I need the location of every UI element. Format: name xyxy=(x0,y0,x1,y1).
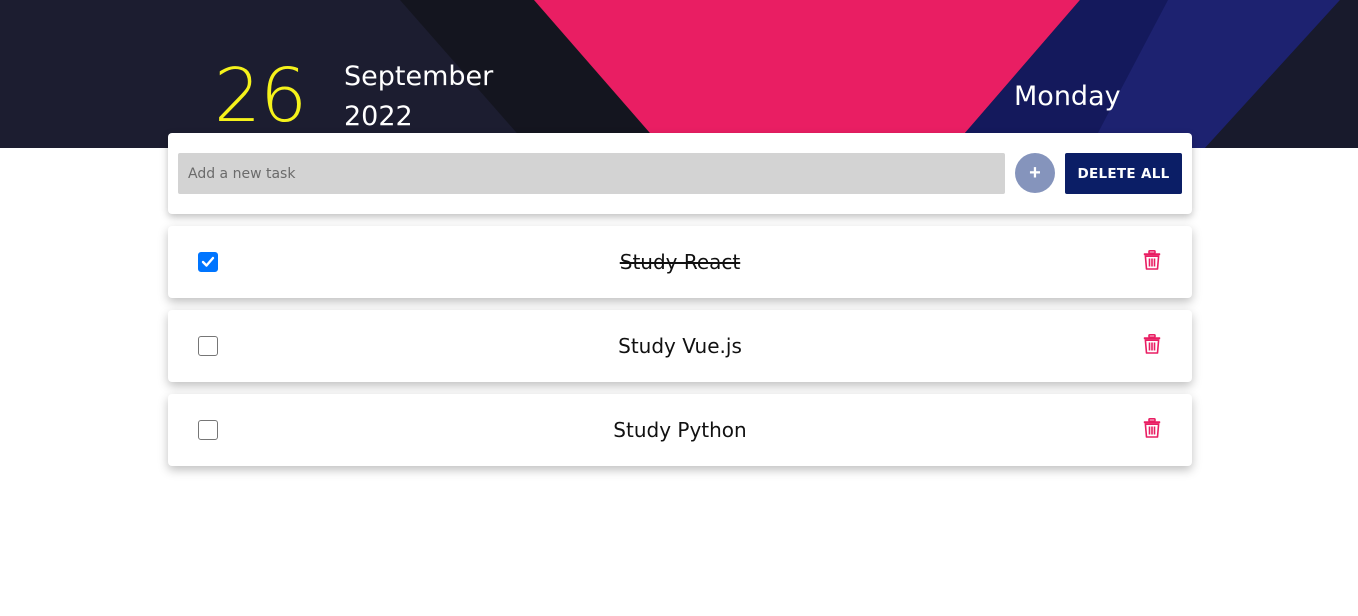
header-background xyxy=(0,0,1358,148)
weekday: Monday xyxy=(1014,81,1121,112)
trash-icon[interactable] xyxy=(1143,418,1161,438)
add-task-button[interactable]: + xyxy=(1015,153,1055,193)
add-task-card: + DELETE ALL xyxy=(168,133,1192,214)
checkmark-icon xyxy=(201,256,215,267)
task-checkbox[interactable] xyxy=(198,336,218,356)
task-checkbox[interactable] xyxy=(198,252,218,272)
task-item: Study Vue.js xyxy=(168,310,1192,382)
task-label: Study Python xyxy=(613,418,747,442)
task-checkbox[interactable] xyxy=(198,420,218,440)
date-header: 26 September 2022 Monday xyxy=(0,0,1358,148)
todo-app: 26 September 2022 Monday + DELETE ALL St… xyxy=(0,0,1358,616)
year: 2022 xyxy=(344,101,413,132)
delete-all-button[interactable]: DELETE ALL xyxy=(1065,153,1182,194)
day-number: 26 xyxy=(214,53,307,139)
task-label: Study React xyxy=(619,250,741,274)
task-item: Study React xyxy=(168,226,1192,298)
month-name: September xyxy=(344,61,494,92)
task-label: Study Vue.js xyxy=(618,334,742,358)
task-item: Study Python xyxy=(168,394,1192,466)
trash-icon[interactable] xyxy=(1143,334,1161,354)
trash-icon[interactable] xyxy=(1143,250,1161,270)
new-task-input[interactable] xyxy=(178,153,1005,194)
